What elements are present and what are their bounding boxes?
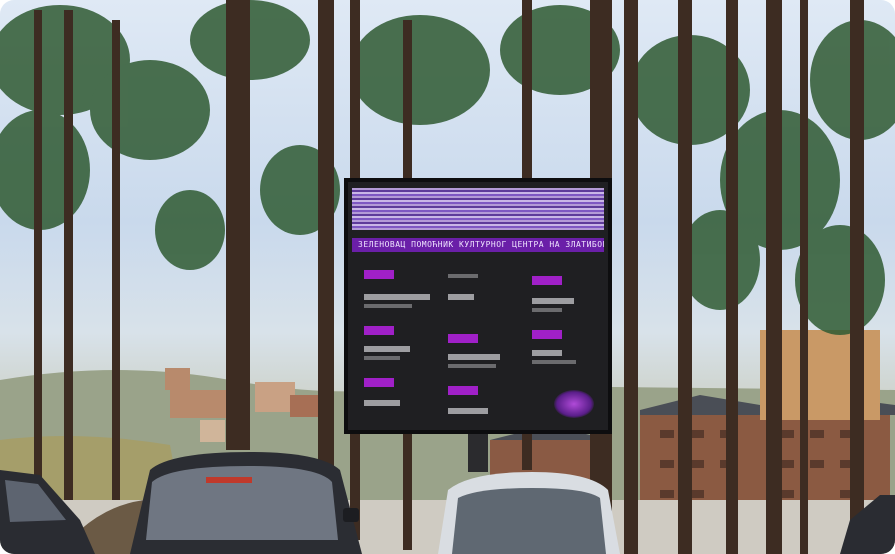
car-white: [438, 472, 620, 554]
parked-cars: [0, 452, 895, 554]
car-dark-hatchback: [130, 452, 362, 554]
car-left-edge: [0, 470, 95, 554]
photo-scene: ЗЕЛЕНОВАЦ ПОМОЋНИК КУЛТУРНОГ ЦЕНТРА НА З…: [0, 0, 895, 554]
car-right-edge: [840, 495, 895, 554]
